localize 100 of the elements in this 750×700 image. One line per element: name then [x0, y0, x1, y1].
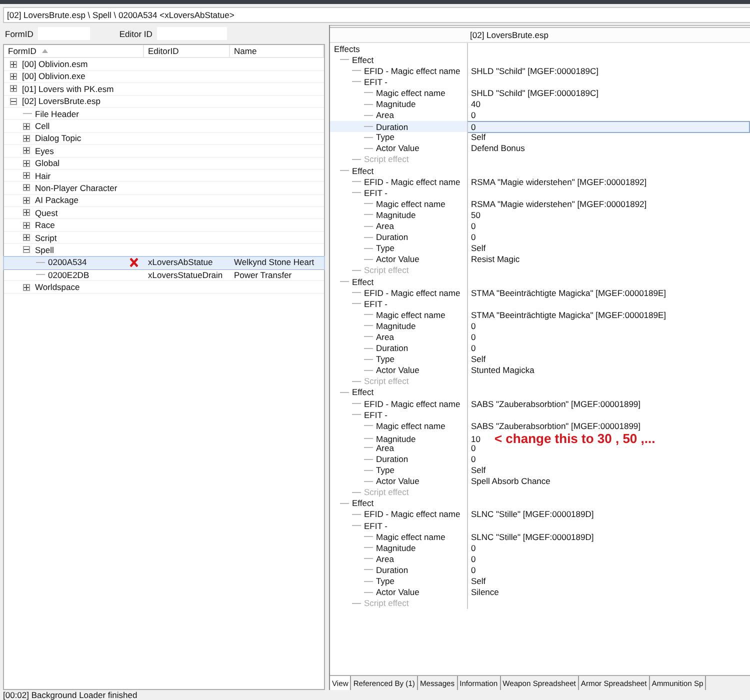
tree-row[interactable]: Worldspace — [4, 281, 324, 294]
field-value[interactable]: STMA "Beeinträchtigte Magicka" [MGEF:0000189E] — [471, 288, 666, 298]
field-value[interactable]: 0 — [471, 221, 476, 232]
tree-item-label: AI Package — [35, 195, 78, 206]
field-value[interactable]: Stunted Magicka — [471, 365, 534, 376]
field-label: Duration — [376, 343, 408, 354]
field-value[interactable]: 0 — [471, 343, 476, 354]
field-value[interactable]: 0 — [471, 110, 476, 120]
field-value[interactable]: 50 — [471, 210, 480, 220]
field-label: Actor Value — [376, 254, 420, 264]
field-value[interactable]: Self — [471, 576, 486, 586]
tree-item-label: Dialog Topic — [35, 133, 82, 144]
field-value[interactable]: 0 — [471, 442, 476, 453]
column-header[interactable]: Name — [230, 45, 324, 58]
field-value[interactable]: Self — [471, 243, 486, 254]
field-value[interactable]: SLNC "Stille" [MGEF:0000189D] — [471, 532, 594, 542]
editor-id-label: Editor ID — [118, 28, 154, 38]
field-value[interactable]: Silence — [471, 587, 499, 598]
tree-row[interactable]: Quest — [4, 207, 324, 220]
tree-row[interactable]: AI Package — [4, 194, 324, 208]
field-label: EFIT - — [364, 188, 388, 198]
field-label: Area — [376, 442, 394, 453]
formid-label: FormID — [4, 28, 34, 38]
field-value[interactable]: 0 — [471, 332, 476, 342]
field-label: Effects — [334, 44, 360, 54]
tree-row[interactable]: Race — [4, 219, 324, 232]
path-field[interactable]: [02] LoversBrute.esp \ Spell \ 0200A534 <xLoversAbStatue> — [3, 7, 750, 23]
tree-item-label: Global — [35, 158, 60, 168]
tree-row[interactable]: Dialog Topic — [4, 132, 324, 146]
field-value[interactable]: 0 — [471, 454, 476, 464]
tree-row[interactable]: Global — [4, 158, 324, 170]
field-label: Area — [376, 221, 394, 232]
field-value[interactable]: SABS "Zauberabsorbtion" [MGEF:00001899] — [471, 398, 641, 409]
tree-item-label: 0200A534 — [48, 257, 87, 268]
field-value[interactable]: RSMA "Magie widerstehen" [MGEF:00001892] — [471, 198, 647, 209]
tree-row[interactable]: [00] Oblivion.esm — [4, 58, 324, 71]
field-label: Magnitude — [376, 320, 416, 331]
tree-row[interactable]: Cell — [4, 120, 324, 133]
field-label: Type — [376, 576, 394, 586]
tree-item-label: 0200E2DB — [48, 270, 90, 280]
field-label: Type — [376, 132, 394, 142]
field-value[interactable]: Self — [471, 354, 486, 364]
field-label: Effect — [352, 387, 374, 398]
field-label: Magnitude — [376, 210, 416, 220]
panel-header: [02] LoversBrute.esp — [330, 25, 750, 43]
field-label: EFIT - — [364, 520, 388, 531]
field-value[interactable]: SHLD "Schild" [MGEF:0000189C] — [471, 66, 598, 76]
field-value[interactable]: Defend Bonus — [471, 143, 525, 154]
tree-row[interactable]: Script — [4, 232, 324, 244]
field-label: Effect — [352, 54, 374, 65]
field-value[interactable]: 40 — [471, 99, 480, 110]
tree-row[interactable]: 0200E2DB xLoversStatueDrain Power Transfer — [4, 269, 324, 282]
name-cell-text: Welkynd Stone Heart — [233, 257, 316, 268]
field-value[interactable]: SHLD "Schild" [MGEF:0000189C] — [471, 88, 598, 98]
field-value[interactable]: SLNC "Stille" [MGEF:0000189D] — [471, 509, 594, 520]
tree-item-label: Eyes — [35, 146, 54, 156]
column-header[interactable]: EditorID — [144, 45, 230, 58]
tree-row[interactable]: [02] LoversBrute.esp — [4, 96, 324, 108]
tree-item-label: [02] LoversBrute.esp — [22, 96, 100, 106]
field-label: Effect — [352, 166, 374, 176]
tree-row[interactable]: Hair — [4, 170, 324, 182]
tree-item-label: Script — [35, 232, 57, 243]
field-value[interactable]: Resist Magic — [471, 254, 520, 264]
field-label: Script effect — [364, 154, 409, 164]
field-value[interactable]: Spell Absorb Chance — [471, 476, 550, 486]
tree-item-label: [00] Oblivion.exe — [22, 71, 86, 82]
column-header[interactable]: FormID — [4, 45, 144, 58]
field-label: Magic effect name — [376, 532, 446, 542]
field-value[interactable]: STMA "Beeinträchtigte Magicka" [MGEF:0000189E] — [471, 310, 666, 320]
field-value[interactable]: RSMA "Magie widerstehen" [MGEF:00001892] — [471, 176, 647, 187]
field-label: Duration — [376, 454, 408, 464]
field-value[interactable]: 0 — [471, 564, 476, 575]
field-label: Magic effect name — [376, 88, 446, 98]
tree-item-label: Worldspace — [35, 282, 80, 292]
tree-row[interactable]: Non-Player Character — [4, 182, 324, 195]
tree-item-label: Non-Player Character — [35, 182, 118, 193]
field-value[interactable]: Self — [471, 465, 486, 476]
field-value[interactable]: 0 — [471, 320, 476, 331]
field-label: EFID - Magic effect name — [364, 288, 460, 298]
field-label: Script effect — [364, 487, 409, 498]
field-value[interactable]: Self — [471, 132, 486, 142]
field-label: Magnitude — [376, 99, 416, 110]
tree-row[interactable]: [00] Oblivion.exe — [4, 70, 324, 84]
field-label: Duration — [376, 122, 408, 132]
field-value[interactable]: 0 — [471, 542, 476, 553]
field-value[interactable]: 10 — [471, 434, 480, 444]
field-value[interactable]: 0 — [471, 554, 476, 564]
editor-id-cell-text: xLoversAbStatue — [147, 257, 214, 268]
annotation-text: < change this to 30 , 50 ,... — [494, 431, 656, 446]
tree-row[interactable]: File Header — [4, 108, 324, 120]
field-label: Effect — [352, 498, 374, 508]
tree-row[interactable]: 0200A534 xLoversAbStatue Welkynd Stone Heart — [4, 256, 324, 270]
field-label: Magic effect name — [376, 420, 446, 431]
field-value[interactable]: 0 — [471, 232, 476, 242]
tree-row[interactable]: Eyes — [4, 145, 324, 158]
field-label: Script effect — [364, 376, 409, 386]
tree-row[interactable]: [01] Lovers with PK.esm — [4, 83, 324, 96]
field-value[interactable]: SABS "Zauberabsorbtion" [MGEF:00001899] — [471, 420, 641, 431]
field-label: Type — [376, 465, 394, 476]
field-label: EFID - Magic effect name — [364, 509, 460, 520]
